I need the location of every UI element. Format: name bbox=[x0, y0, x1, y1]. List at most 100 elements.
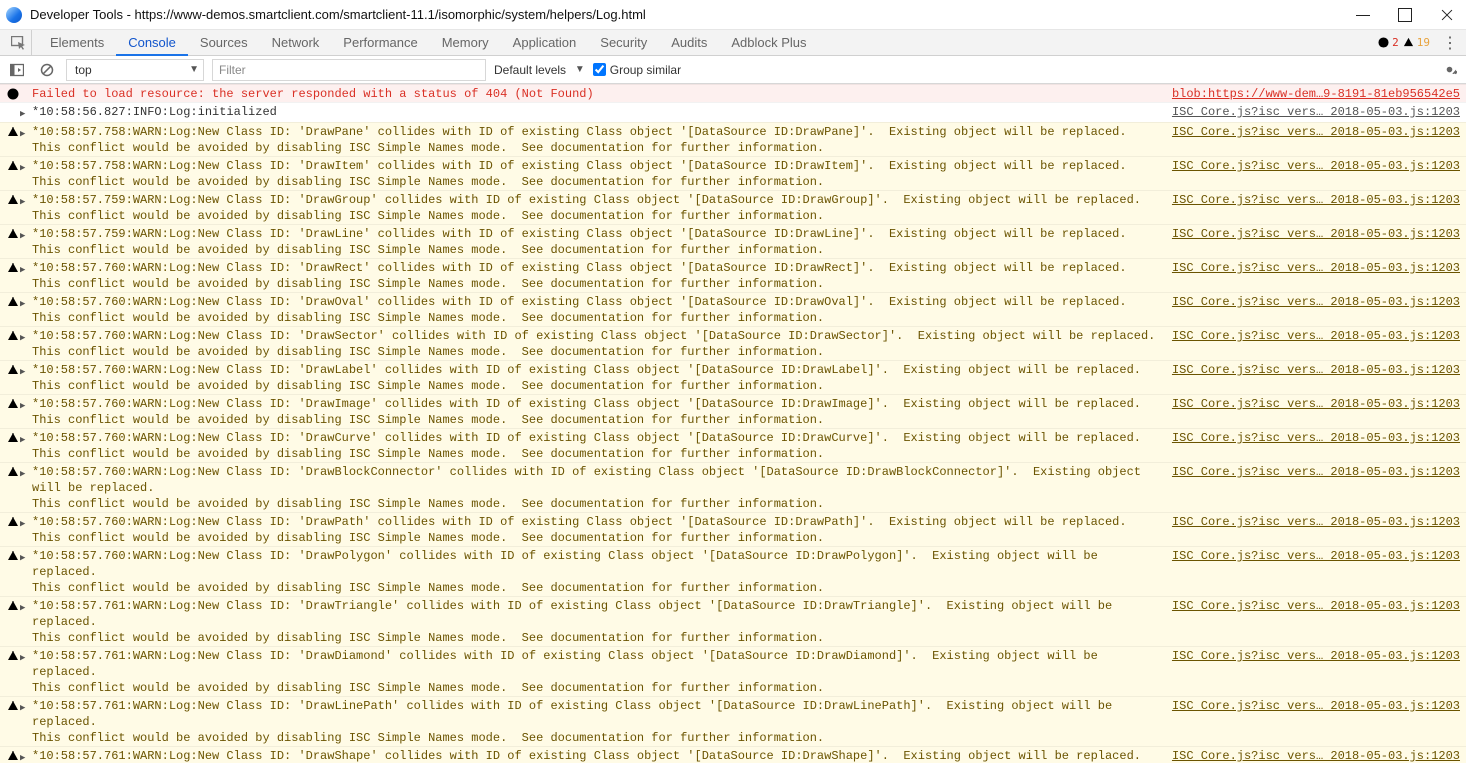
devtools-app-icon bbox=[6, 7, 22, 23]
console-message: Failed to load resource: the server resp… bbox=[32, 86, 1160, 102]
console-filter-input[interactable] bbox=[212, 59, 486, 81]
source-link[interactable]: ISC Core.js?isc vers… 2018-05-03.js:1203 bbox=[1172, 749, 1460, 763]
log-levels-selector[interactable]: Default levels ▼ bbox=[494, 63, 585, 77]
expand-arrow-icon[interactable] bbox=[20, 124, 32, 142]
expand-arrow-icon[interactable] bbox=[20, 598, 32, 616]
source-link[interactable]: ISC Core.js?isc vers… 2018-05-03.js:1203 bbox=[1172, 363, 1460, 377]
warning-icon bbox=[6, 598, 20, 612]
source-link[interactable]: ISC Core.js?isc vers… 2018-05-03.js:1203 bbox=[1172, 397, 1460, 411]
console-entry: *10:58:57.761:WARN:Log:New Class ID: 'Dr… bbox=[0, 696, 1466, 746]
sidebar-toggle-button[interactable] bbox=[6, 59, 28, 81]
tab-audits[interactable]: Audits bbox=[659, 30, 719, 56]
tab-sources[interactable]: Sources bbox=[188, 30, 260, 56]
expand-arrow-icon[interactable] bbox=[20, 464, 32, 482]
expand-arrow-icon[interactable] bbox=[20, 104, 32, 122]
expand-arrow-icon[interactable] bbox=[20, 226, 32, 244]
expand-arrow-icon[interactable] bbox=[20, 396, 32, 414]
expand-arrow-icon[interactable] bbox=[20, 192, 32, 210]
error-icon bbox=[6, 86, 20, 100]
console-source: ISC Core.js?isc vers… 2018-05-03.js:1203 bbox=[1160, 124, 1460, 140]
tab-network[interactable]: Network bbox=[260, 30, 332, 56]
tab-adblock-plus[interactable]: Adblock Plus bbox=[719, 30, 818, 56]
source-link[interactable]: ISC Core.js?isc vers… 2018-05-03.js:1203 bbox=[1172, 649, 1460, 663]
console-message: *10:58:57.760:WARN:Log:New Class ID: 'Dr… bbox=[32, 548, 1160, 596]
console-entry: *10:58:57.758:WARN:Log:New Class ID: 'Dr… bbox=[0, 122, 1466, 156]
expand-arrow-icon[interactable] bbox=[20, 514, 32, 532]
console-entry: *10:58:57.759:WARN:Log:New Class ID: 'Dr… bbox=[0, 224, 1466, 258]
source-link[interactable]: ISC Core.js?isc vers… 2018-05-03.js:1203 bbox=[1172, 159, 1460, 173]
tab-performance[interactable]: Performance bbox=[331, 30, 429, 56]
tab-application[interactable]: Application bbox=[501, 30, 589, 56]
source-link[interactable]: ISC Core.js?isc vers… 2018-05-03.js:1203 bbox=[1172, 329, 1460, 343]
warning-icon bbox=[6, 396, 20, 410]
console-entry: *10:58:56.827:INFO:Log:initialized ISC Co… bbox=[0, 102, 1466, 122]
console-entry: *10:58:57.761:WARN:Log:New Class ID: 'Dr… bbox=[0, 746, 1466, 763]
group-similar-checkbox[interactable]: Group similar bbox=[593, 63, 681, 77]
chevron-down-icon: ▼ bbox=[189, 64, 199, 75]
console-entry: Failed to load resource: the server resp… bbox=[0, 84, 1466, 102]
tab-elements[interactable]: Elements bbox=[38, 30, 116, 56]
tab-memory[interactable]: Memory bbox=[430, 30, 501, 56]
expand-arrow-icon[interactable] bbox=[20, 430, 32, 448]
window-title: Developer Tools - https://www-demos.smar… bbox=[30, 7, 646, 22]
source-link[interactable]: ISC Core.js?isc vers… 2018-05-03.js:1203 bbox=[1172, 465, 1460, 479]
warning-icon bbox=[6, 226, 20, 240]
console-message: *10:58:57.760:WARN:Log:New Class ID: 'Dr… bbox=[32, 514, 1160, 546]
expand-arrow-icon[interactable] bbox=[20, 548, 32, 566]
console-entry: *10:58:57.760:WARN:Log:New Class ID: 'Dr… bbox=[0, 258, 1466, 292]
source-link[interactable]: ISC Core.js?isc vers… 2018-05-03.js:1203 bbox=[1172, 105, 1460, 119]
source-link[interactable]: ISC Core.js?isc vers… 2018-05-03.js:1203 bbox=[1172, 125, 1460, 139]
console-toolbar: top ▼ Default levels ▼ Group similar bbox=[0, 56, 1466, 84]
source-link[interactable]: ISC Core.js?isc vers… 2018-05-03.js:1203 bbox=[1172, 431, 1460, 445]
console-entry: *10:58:57.760:WARN:Log:New Class ID: 'Dr… bbox=[0, 428, 1466, 462]
warning-icon bbox=[6, 648, 20, 662]
source-link[interactable]: ISC Core.js?isc vers… 2018-05-03.js:1203 bbox=[1172, 549, 1460, 563]
expand-arrow-icon[interactable] bbox=[20, 328, 32, 346]
group-similar-checkbox-input[interactable] bbox=[593, 63, 606, 76]
warning-icon bbox=[6, 698, 20, 712]
source-link[interactable]: ISC Core.js?isc vers… 2018-05-03.js:1203 bbox=[1172, 295, 1460, 309]
console-entry: *10:58:57.760:WARN:Log:New Class ID: 'Dr… bbox=[0, 360, 1466, 394]
error-count-badge[interactable]: 2 bbox=[1378, 36, 1399, 49]
console-source: ISC Core.js?isc vers… 2018-05-03.js:1203 bbox=[1160, 260, 1460, 276]
console-message: *10:58:57.761:WARN:Log:New Class ID: 'Dr… bbox=[32, 698, 1160, 746]
window-minimize-button[interactable] bbox=[1356, 8, 1370, 22]
expand-arrow-icon[interactable] bbox=[20, 698, 32, 716]
console-message: *10:58:57.758:WARN:Log:New Class ID: 'Dr… bbox=[32, 158, 1160, 190]
console-source: ISC Core.js?isc vers… 2018-05-03.js:1203 bbox=[1160, 104, 1460, 120]
window-close-button[interactable] bbox=[1440, 8, 1454, 22]
expand-arrow-icon[interactable] bbox=[20, 362, 32, 380]
console-source: ISC Core.js?isc vers… 2018-05-03.js:1203 bbox=[1160, 648, 1460, 664]
execution-context-label: top bbox=[75, 63, 92, 77]
tab-security[interactable]: Security bbox=[588, 30, 659, 56]
expand-arrow-icon[interactable] bbox=[20, 158, 32, 176]
source-link[interactable]: ISC Core.js?isc vers… 2018-05-03.js:1203 bbox=[1172, 193, 1460, 207]
console-settings-button[interactable] bbox=[1438, 59, 1460, 81]
source-link[interactable]: ISC Core.js?isc vers… 2018-05-03.js:1203 bbox=[1172, 227, 1460, 241]
source-link[interactable]: ISC Core.js?isc vers… 2018-05-03.js:1203 bbox=[1172, 699, 1460, 713]
source-link[interactable]: blob:https://www-dem…9-8191-81eb956542e5 bbox=[1172, 87, 1460, 101]
expand-arrow-icon[interactable] bbox=[20, 260, 32, 278]
console-message: *10:58:57.759:WARN:Log:New Class ID: 'Dr… bbox=[32, 192, 1160, 224]
console-message: *10:58:57.759:WARN:Log:New Class ID: 'Dr… bbox=[32, 226, 1160, 258]
console-message: *10:58:56.827:INFO:Log:initialized bbox=[32, 104, 1160, 120]
expand-arrow-icon[interactable] bbox=[20, 748, 32, 763]
execution-context-selector[interactable]: top ▼ bbox=[66, 59, 204, 81]
clear-console-button[interactable] bbox=[36, 59, 58, 81]
warning-count-badge[interactable]: 19 bbox=[1403, 36, 1430, 49]
console-entry: *10:58:57.760:WARN:Log:New Class ID: 'Dr… bbox=[0, 546, 1466, 596]
console-message: *10:58:57.760:WARN:Log:New Class ID: 'Dr… bbox=[32, 328, 1160, 360]
warning-icon bbox=[6, 362, 20, 376]
source-link[interactable]: ISC Core.js?isc vers… 2018-05-03.js:1203 bbox=[1172, 599, 1460, 613]
inspect-element-icon[interactable] bbox=[6, 30, 32, 56]
console-message: *10:58:57.760:WARN:Log:New Class ID: 'Dr… bbox=[32, 260, 1160, 292]
console-source: ISC Core.js?isc vers… 2018-05-03.js:1203 bbox=[1160, 514, 1460, 530]
source-link[interactable]: ISC Core.js?isc vers… 2018-05-03.js:1203 bbox=[1172, 261, 1460, 275]
devtools-menu-button[interactable]: ⋮ bbox=[1440, 33, 1460, 53]
window-maximize-button[interactable] bbox=[1398, 8, 1412, 22]
expand-arrow-icon[interactable] bbox=[20, 294, 32, 312]
expand-arrow-icon[interactable] bbox=[20, 648, 32, 666]
tab-console[interactable]: Console bbox=[116, 30, 188, 56]
source-link[interactable]: ISC Core.js?isc vers… 2018-05-03.js:1203 bbox=[1172, 515, 1460, 529]
console-source: ISC Core.js?isc vers… 2018-05-03.js:1203 bbox=[1160, 192, 1460, 208]
